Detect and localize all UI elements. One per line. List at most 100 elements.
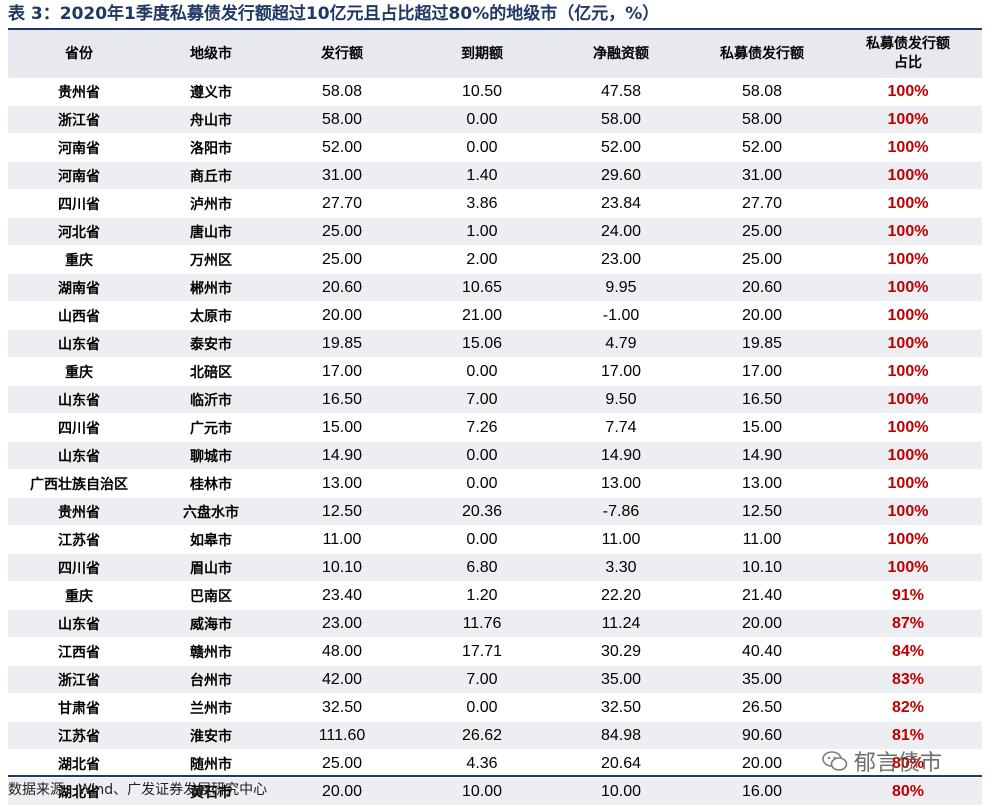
cell-private-share: 100% (834, 357, 982, 386)
table-row: 湖南省 郴州市 20.60 10.65 9.95 20.60 100% (8, 273, 982, 302)
cell-province: 重庆 (8, 245, 150, 274)
cell-net-financing: 20.64 (552, 749, 690, 778)
cell-net-financing: 23.84 (552, 189, 690, 218)
cell-net-financing: -7.86 (552, 497, 690, 526)
table-row: 重庆 万州区 25.00 2.00 23.00 25.00 100% (8, 245, 982, 274)
cell-private-issuance: 31.00 (690, 161, 834, 190)
cell-province: 湖南省 (8, 273, 150, 302)
cell-maturity: 10.65 (412, 273, 552, 302)
cell-net-financing: 4.79 (552, 329, 690, 358)
cell-maturity: 0.00 (412, 469, 552, 498)
cell-private-issuance: 21.40 (690, 581, 834, 610)
cell-net-financing: 17.00 (552, 357, 690, 386)
cell-net-financing: 30.29 (552, 637, 690, 666)
cell-province: 四川省 (8, 553, 150, 582)
table-row: 重庆 巴南区 23.40 1.20 22.20 21.40 91% (8, 581, 982, 610)
cell-net-financing: 10.00 (552, 777, 690, 806)
cell-net-financing: 11.24 (552, 609, 690, 638)
cell-issuance: 25.00 (272, 749, 412, 778)
cell-private-issuance: 58.08 (690, 78, 834, 106)
cell-net-financing: 7.74 (552, 413, 690, 442)
cell-private-share: 100% (834, 553, 982, 582)
cell-issuance: 42.00 (272, 665, 412, 694)
cell-city: 郴州市 (150, 273, 272, 302)
cell-maturity: 0.00 (412, 441, 552, 470)
cell-issuance: 19.85 (272, 329, 412, 358)
cell-province: 山东省 (8, 441, 150, 470)
cell-province: 贵州省 (8, 78, 150, 106)
table-header-row: 省份 地级市 发行额 到期额 净融资额 私募债发行额 私募债发行额占比 (8, 30, 982, 78)
col-header-issuance: 发行额 (272, 30, 412, 78)
cell-issuance: 23.00 (272, 609, 412, 638)
cell-private-share: 100% (834, 497, 982, 526)
cell-private-issuance: 52.00 (690, 133, 834, 162)
cell-issuance: 25.00 (272, 245, 412, 274)
cell-maturity: 1.20 (412, 581, 552, 610)
table-row: 河北省 唐山市 25.00 1.00 24.00 25.00 100% (8, 217, 982, 246)
cell-private-share: 100% (834, 441, 982, 470)
cell-issuance: 58.08 (272, 78, 412, 106)
col-header-net-financing: 净融资额 (552, 30, 690, 78)
cell-province: 江苏省 (8, 525, 150, 554)
cell-maturity: 0.00 (412, 525, 552, 554)
cell-private-share: 100% (834, 301, 982, 330)
cell-city: 兰州市 (150, 693, 272, 722)
cell-city: 赣州市 (150, 637, 272, 666)
col-header-city: 地级市 (150, 30, 272, 78)
cell-private-issuance: 25.00 (690, 245, 834, 274)
cell-issuance: 16.50 (272, 385, 412, 414)
cell-province: 河北省 (8, 217, 150, 246)
table-row: 浙江省 舟山市 58.00 0.00 58.00 58.00 100% (8, 105, 982, 134)
cell-net-financing: 11.00 (552, 525, 690, 554)
cell-maturity: 21.00 (412, 301, 552, 330)
cell-net-financing: 29.60 (552, 161, 690, 190)
cell-issuance: 25.00 (272, 217, 412, 246)
cell-maturity: 15.06 (412, 329, 552, 358)
cell-net-financing: 32.50 (552, 693, 690, 722)
cell-maturity: 26.62 (412, 721, 552, 750)
cell-private-issuance: 12.50 (690, 497, 834, 526)
cell-city: 太原市 (150, 301, 272, 330)
cell-private-issuance: 27.70 (690, 189, 834, 218)
cell-net-financing: 22.20 (552, 581, 690, 610)
cell-maturity: 2.00 (412, 245, 552, 274)
table-row: 四川省 眉山市 10.10 6.80 3.30 10.10 100% (8, 553, 982, 582)
cell-issuance: 48.00 (272, 637, 412, 666)
cell-maturity: 10.50 (412, 78, 552, 106)
table-row: 广西壮族自治区 桂林市 13.00 0.00 13.00 13.00 100% (8, 469, 982, 498)
cell-private-issuance: 11.00 (690, 525, 834, 554)
cell-issuance: 31.00 (272, 161, 412, 190)
cell-issuance: 14.90 (272, 441, 412, 470)
cell-issuance: 20.00 (272, 301, 412, 330)
cell-city: 聊城市 (150, 441, 272, 470)
cell-private-share: 100% (834, 385, 982, 414)
cell-city: 广元市 (150, 413, 272, 442)
watermark-text: 郁言债市 (854, 751, 943, 776)
cell-province: 湖北省 (8, 749, 150, 778)
cell-private-issuance: 17.00 (690, 357, 834, 386)
cell-issuance: 111.60 (272, 721, 412, 750)
cell-issuance: 15.00 (272, 413, 412, 442)
cell-issuance: 11.00 (272, 525, 412, 554)
col-header-private-share: 私募债发行额占比 (834, 30, 982, 78)
cell-issuance: 20.60 (272, 273, 412, 302)
cell-net-financing: 52.00 (552, 133, 690, 162)
cell-maturity: 7.00 (412, 385, 552, 414)
cell-net-financing: 9.95 (552, 273, 690, 302)
table-row: 贵州省 六盘水市 12.50 20.36 -7.86 12.50 100% (8, 497, 982, 526)
col-header-maturity: 到期额 (412, 30, 552, 78)
cell-private-issuance: 35.00 (690, 665, 834, 694)
cell-private-share: 84% (834, 637, 982, 666)
cell-private-issuance: 26.50 (690, 693, 834, 722)
cell-private-share: 100% (834, 413, 982, 442)
cell-city: 洛阳市 (150, 133, 272, 162)
cell-private-share: 83% (834, 665, 982, 694)
cell-private-share: 100% (834, 161, 982, 190)
cell-province: 山东省 (8, 385, 150, 414)
cell-issuance: 12.50 (272, 497, 412, 526)
cell-private-share: 80% (834, 777, 982, 806)
table-row: 山东省 泰安市 19.85 15.06 4.79 19.85 100% (8, 329, 982, 358)
cell-private-issuance: 58.00 (690, 105, 834, 134)
cell-maturity: 1.40 (412, 161, 552, 190)
cell-city: 威海市 (150, 609, 272, 638)
